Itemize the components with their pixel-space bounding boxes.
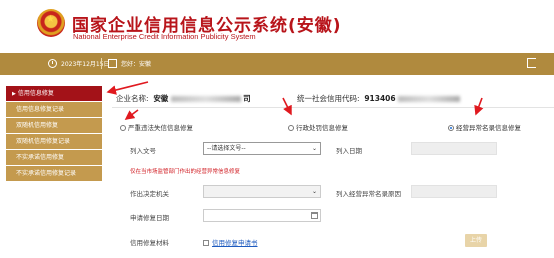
company-name: 企业名称: 安徽 司 xyxy=(116,94,251,103)
site-subtitle: National Enterprise Credit Information P… xyxy=(73,32,256,41)
main-content: 企业名称: 安徽 司 统一社会信用代码: 913406 严重违法失信信息修复 行… xyxy=(112,86,554,258)
redacted-text xyxy=(170,96,241,102)
sidebar: 信用信息修复 信用信息修复记录 双随机信用修复 双随机信用修复记录 不实承诺信用… xyxy=(6,86,102,182)
reason-field xyxy=(411,185,497,198)
list-date-field xyxy=(411,142,497,155)
doc-no-select[interactable]: --请选择文号-- ⌄ xyxy=(203,142,321,155)
site-header: ★ 国家企业信用信息公示系统(安徽) National Enterprise C… xyxy=(0,0,554,50)
material-checkbox-row[interactable]: 信用修复申请书 xyxy=(203,237,258,247)
chevron-down-icon: ⌄ xyxy=(311,188,317,195)
user-icon xyxy=(108,59,117,68)
reason-label: 列入经营异常名录原因 xyxy=(336,190,401,198)
calendar-icon[interactable] xyxy=(311,212,318,219)
upload-button[interactable]: 上传 xyxy=(465,234,487,247)
radio-admin-penalty[interactable]: 行政处罚信息修复 xyxy=(288,122,348,132)
clock-icon xyxy=(48,59,57,68)
radio-button-checked[interactable] xyxy=(448,125,454,131)
current-date: 2023年12月15日 xyxy=(61,61,110,68)
apply-date-label: 申请修复日期 xyxy=(130,214,169,222)
checkbox[interactable] xyxy=(203,240,209,246)
chevron-down-icon: ⌄ xyxy=(311,145,317,152)
doc-no-label: 列入文号 xyxy=(130,147,156,155)
decision-org-select: ⌄ xyxy=(203,185,321,198)
list-date-label: 列入日期 xyxy=(336,147,362,155)
sidebar-item-credit-repair[interactable]: 信用信息修复 xyxy=(6,86,102,101)
form-hint: 仅在当市场监管部门作出的经营异常信息修复 xyxy=(130,169,241,175)
logout-icon[interactable] xyxy=(527,58,536,68)
radio-button[interactable] xyxy=(120,125,126,131)
user-greeting: 您好：安徽 xyxy=(121,61,152,68)
radio-button[interactable] xyxy=(288,125,294,131)
material-label: 信用修复材料 xyxy=(130,239,169,247)
company-info-row: 企业名称: 安徽 司 统一社会信用代码: 913406 xyxy=(112,86,554,108)
redacted-text xyxy=(398,96,461,102)
sidebar-item-false-promise-repair[interactable]: 不实承诺信用修复 xyxy=(6,150,102,165)
sidebar-item-double-random-records[interactable]: 双随机信用修复记录 xyxy=(6,134,102,149)
decision-org-label: 作出决定机关 xyxy=(130,190,169,198)
material-link[interactable]: 信用修复申请书 xyxy=(212,239,258,247)
divider xyxy=(101,58,102,69)
sidebar-item-double-random-repair[interactable]: 双随机信用修复 xyxy=(6,118,102,133)
sidebar-item-false-promise-records[interactable]: 不实承诺信用修复记录 xyxy=(6,166,102,181)
national-emblem-icon: ★ xyxy=(37,9,65,37)
credit-code: 统一社会信用代码: 913406 xyxy=(297,93,461,104)
apply-date-input[interactable] xyxy=(203,209,321,222)
sidebar-item-credit-repair-records[interactable]: 信用信息修复记录 xyxy=(6,102,102,117)
radio-abnormal-operation[interactable]: 经营异常名录信息修复 xyxy=(448,122,521,132)
info-bar: 2023年12月15日 您好：安徽 xyxy=(0,53,554,75)
radio-serious-violation[interactable]: 严重违法失信信息修复 xyxy=(120,122,193,132)
